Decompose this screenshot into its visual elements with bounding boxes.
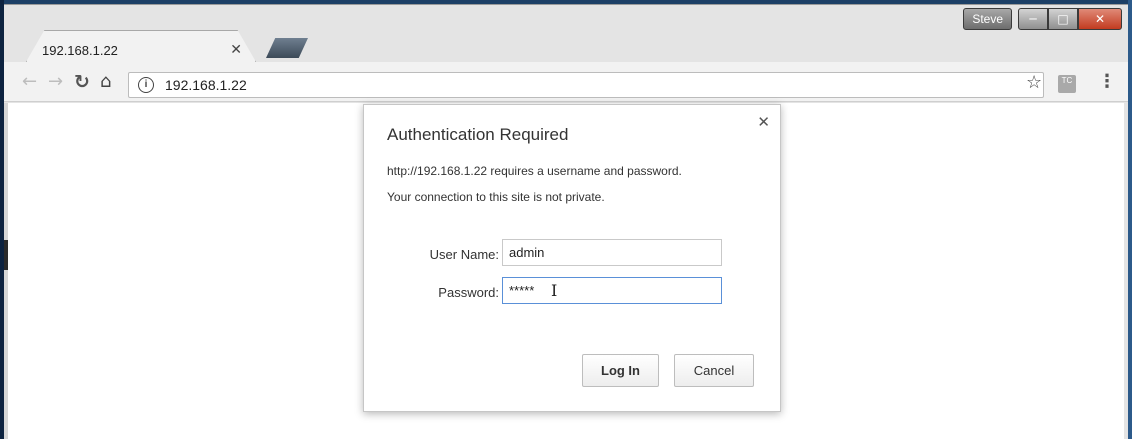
- window-right-edge: [1128, 0, 1132, 439]
- page-left-marker: [4, 240, 8, 270]
- info-icon[interactable]: i: [138, 77, 154, 93]
- address-bar[interactable]: i 192.168.1.22: [128, 72, 1044, 98]
- tab-close-icon[interactable]: ✕: [230, 42, 242, 58]
- extension-icon[interactable]: TC: [1058, 75, 1076, 93]
- login-button[interactable]: Log In: [582, 354, 659, 387]
- toolbar: ← → ↻ ⌂ i 192.168.1.22 ☆ TC ⋮: [4, 62, 1128, 102]
- home-button[interactable]: ⌂: [100, 73, 111, 91]
- text-cursor-icon: I: [551, 281, 558, 300]
- dialog-title: Authentication Required: [387, 125, 569, 144]
- tab-content: 192.168.1.22 ✕: [42, 38, 252, 62]
- password-field[interactable]: [502, 277, 722, 304]
- dialog-close-icon[interactable]: ✕: [757, 113, 770, 131]
- password-label: Password:: [438, 285, 499, 300]
- page-left-border: [4, 103, 8, 439]
- dialog-warning: Your connection to this site is not priv…: [387, 190, 605, 204]
- cancel-button[interactable]: Cancel: [674, 354, 754, 387]
- username-label: User Name:: [429, 247, 499, 262]
- dialog-message: http://192.168.1.22 requires a username …: [387, 164, 682, 178]
- address-text[interactable]: 192.168.1.22: [165, 77, 247, 93]
- kebab-menu-icon[interactable]: ⋮: [1098, 73, 1116, 91]
- username-field[interactable]: [502, 239, 722, 266]
- reload-button[interactable]: ↻: [74, 73, 90, 92]
- star-icon[interactable]: ☆: [1026, 74, 1042, 92]
- forward-button[interactable]: →: [48, 73, 63, 91]
- new-tab-button[interactable]: [266, 38, 308, 58]
- tab-title[interactable]: 192.168.1.22: [42, 43, 118, 58]
- auth-dialog: ✕ Authentication Required http://192.168…: [363, 104, 781, 412]
- back-button[interactable]: ←: [22, 73, 37, 91]
- tab-strip: 192.168.1.22 ✕: [4, 20, 1128, 62]
